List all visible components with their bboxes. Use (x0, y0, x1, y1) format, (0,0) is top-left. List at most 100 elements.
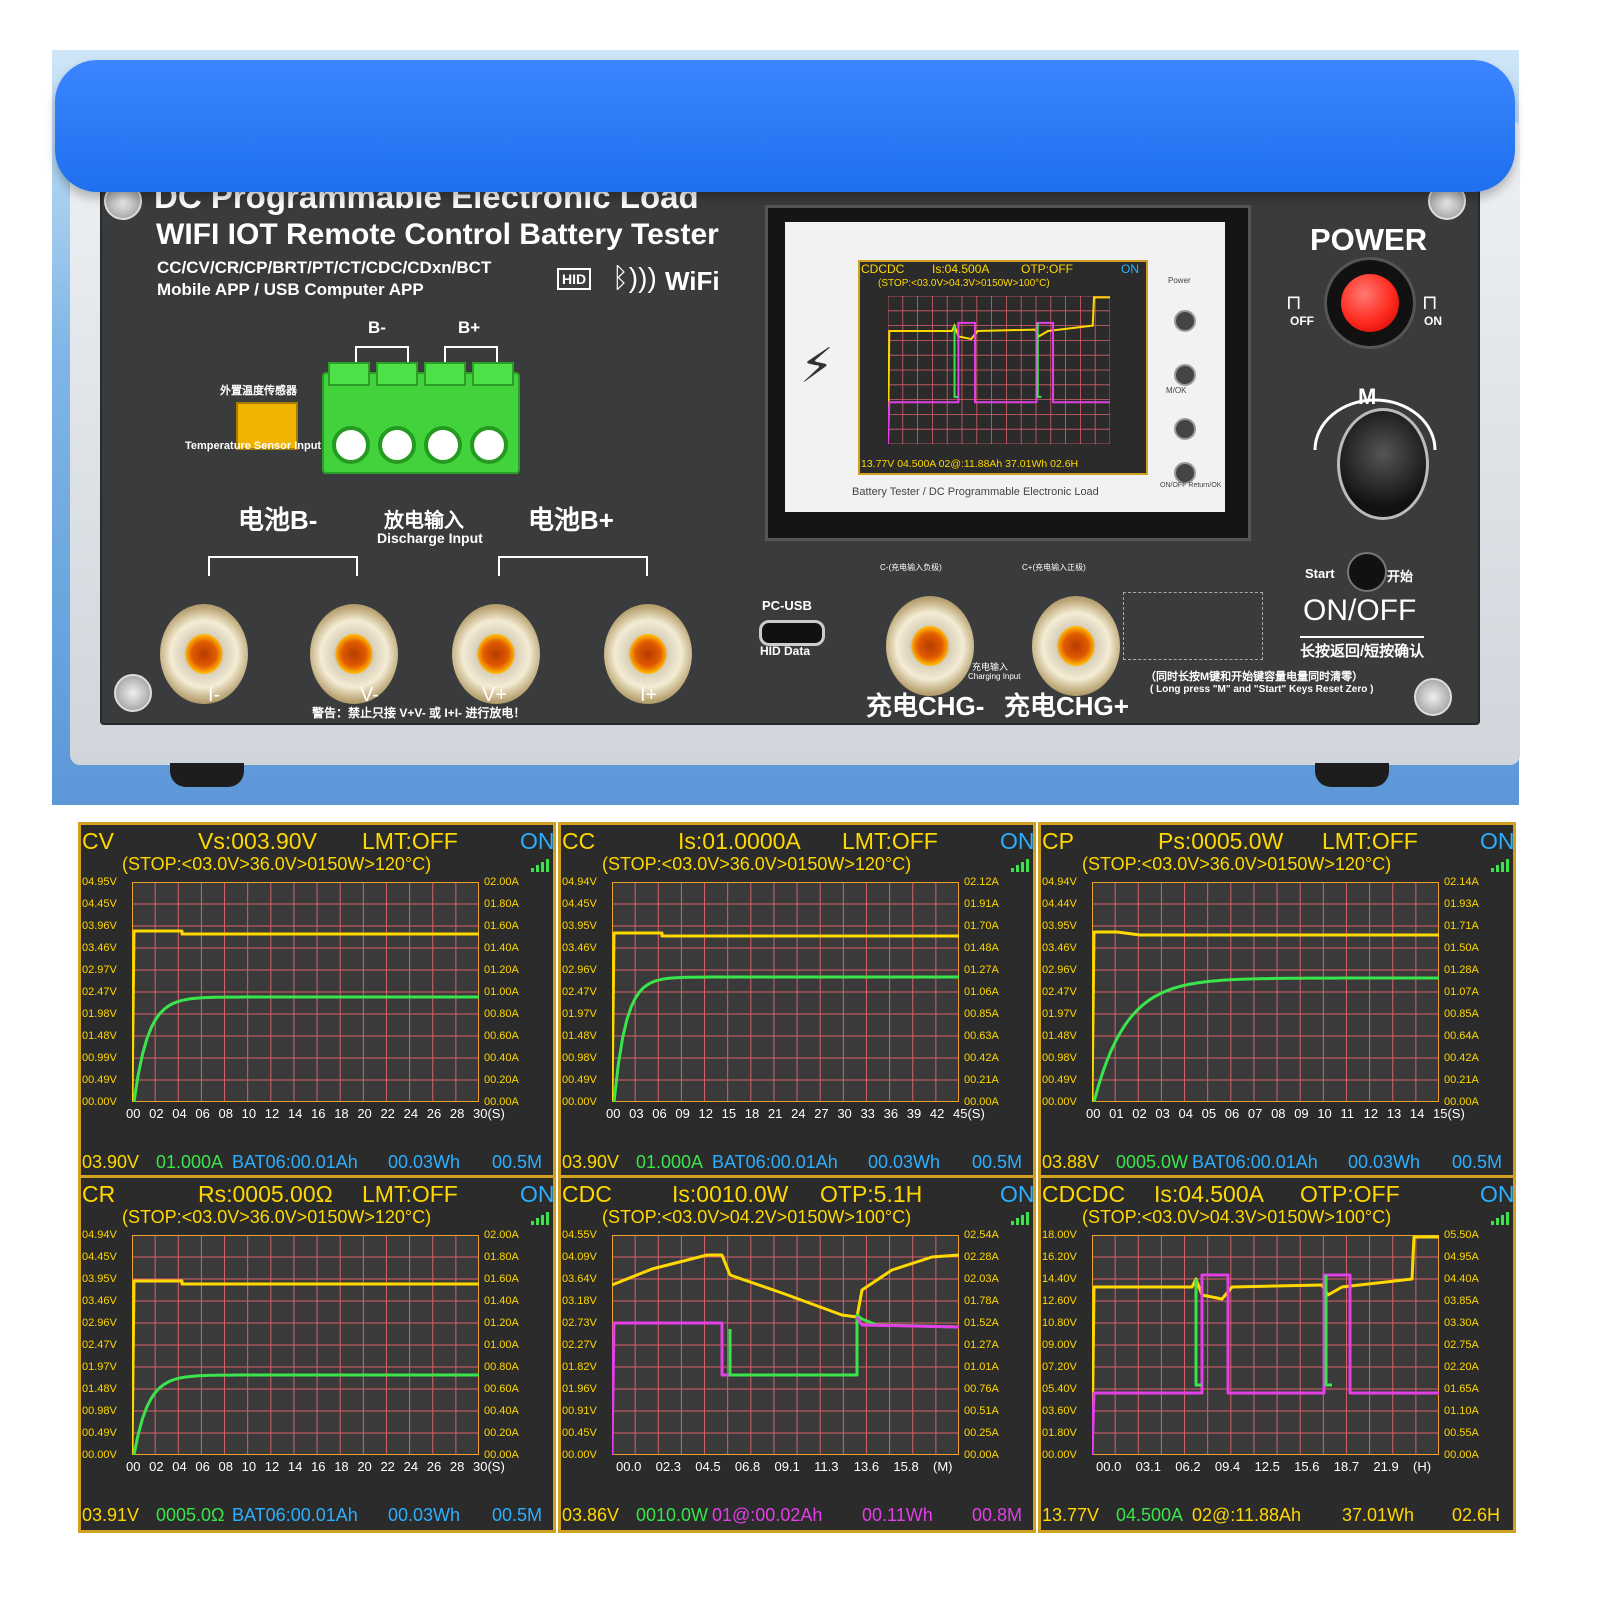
footer-voltage: 13.77V (1042, 1505, 1100, 1525)
x-tick: 06.2 (1175, 1459, 1201, 1474)
y-left-tick: 00.99V (82, 1052, 117, 1064)
y-left-tick: 03.95V (1042, 920, 1077, 932)
power-on-label: ON (1424, 314, 1442, 328)
y-right-tick: 00.42A (1444, 1052, 1479, 1064)
footer-current: 04.500A (1116, 1505, 1184, 1525)
panel-state: ON (520, 828, 555, 854)
x-tick: 30(S) (473, 1106, 505, 1121)
footer-capacity: BAT06:00.01Ah (712, 1152, 838, 1172)
y-right-tick: 01.10A (1444, 1405, 1479, 1417)
y-right-tick: 02.00A (484, 1229, 519, 1241)
chart-panel-cr: CR Rs:0005.00Ω LMT:OFF ON (STOP:<03.0V>3… (78, 1175, 556, 1533)
y-left-tick: 02.47V (1042, 986, 1077, 998)
y-right-tick: 01.40A (484, 942, 519, 954)
x-tick: 00 (1086, 1106, 1101, 1121)
terminal-v-minus[interactable] (310, 604, 398, 704)
footer-time: 00.5M (492, 1505, 543, 1525)
panel-setting: Is:04.500A (1154, 1181, 1264, 1207)
x-tick: 09 (1294, 1106, 1309, 1121)
y-right-tick: 02.00A (484, 876, 519, 888)
y-right-tick: 01.20A (484, 1317, 519, 1329)
x-tick: 01 (1109, 1106, 1124, 1121)
battery-plus-bracket (498, 556, 648, 576)
y-left-tick: 00.49V (1042, 1074, 1077, 1086)
lcd-button-power[interactable] (1174, 310, 1196, 332)
y-left-tick: 00.98V (82, 1405, 117, 1417)
panel-mode: CDC (562, 1181, 612, 1207)
chart-panel-cp: CP Ps:0005.0W LMT:OFF ON (STOP:<03.0V>36… (1038, 822, 1516, 1180)
y-right-tick: 05.50A (1444, 1229, 1479, 1241)
x-tick: 16 (311, 1459, 326, 1474)
y-left-tick: 07.20V (1042, 1361, 1077, 1373)
footer-current: 0005.0W (1116, 1152, 1189, 1172)
footer-energy: 00.03Wh (1348, 1152, 1421, 1172)
panel-mode: CC (562, 828, 596, 854)
device-modes-line: CC/CV/CR/CP/BRT/PT/CT/CDC/CDxn/BCT (157, 258, 492, 277)
x-tick: 28 (449, 1106, 465, 1121)
y-left-tick: 01.97V (82, 1361, 117, 1373)
y-right-tick: 00.20A (484, 1074, 519, 1086)
y-right-tick: 00.00A (964, 1449, 999, 1461)
signal-icon (1491, 859, 1509, 872)
b-minus-label: B- (368, 318, 386, 337)
y-right-tick: 04.95A (1444, 1251, 1479, 1263)
y-right-tick: 01.80A (484, 898, 519, 910)
y-left-tick: 18.00V (1042, 1229, 1077, 1241)
lcd-button-plus[interactable] (1174, 418, 1196, 440)
y-left-tick: 03.46V (82, 942, 117, 954)
sensor-label-en: Temperature Sensor Input (185, 440, 322, 452)
terminal-i-minus[interactable] (160, 604, 248, 704)
y-left-tick: 00.00V (562, 1449, 597, 1461)
x-tick: 02 (149, 1106, 164, 1121)
b-plus-label: B+ (458, 318, 481, 337)
y-right-tick: 02.03A (964, 1273, 999, 1285)
y-left-tick: 00.49V (562, 1074, 597, 1086)
y-right-tick: 00.40A (484, 1405, 519, 1417)
series-voltage (1092, 930, 1439, 1102)
footer-time: 00.5M (492, 1152, 543, 1172)
x-tick: 15(S) (1433, 1106, 1465, 1121)
m-knob[interactable] (1337, 408, 1429, 520)
panel-state: ON (520, 1181, 555, 1207)
y-right-tick: 04.40A (1444, 1273, 1479, 1285)
signal-icon (1491, 1212, 1509, 1225)
panel-state: ON (1000, 1181, 1035, 1207)
lcd-button-mok[interactable] (1174, 364, 1196, 386)
y-right-tick: 01.71A (1444, 920, 1479, 932)
panel-limit: LMT:OFF (362, 828, 458, 854)
start-button[interactable] (1347, 552, 1387, 592)
panel-setting: Is:0010.0W (672, 1181, 789, 1207)
series-current (132, 1373, 479, 1455)
x-tick: 18 (744, 1106, 760, 1121)
y-left-tick: 04.94V (1042, 876, 1077, 888)
x-tick: 12 (264, 1459, 280, 1474)
discharge-label-en: Discharge Input (377, 530, 483, 546)
series-current-charge-2 (1324, 1275, 1332, 1387)
lcd-button-onoff[interactable] (1174, 462, 1196, 484)
y-left-tick: 02.47V (82, 986, 117, 998)
x-tick: 03.1 (1135, 1459, 1161, 1474)
x-tick: 20 (357, 1459, 372, 1474)
usb-c-port[interactable] (759, 620, 825, 646)
terminal-chg-minus[interactable] (886, 596, 974, 696)
chg-plus-small-label: C+(充电输入正极) (1022, 563, 1086, 572)
panel-setting: Ps:0005.0W (1158, 828, 1284, 854)
y-right-tick: 01.78A (964, 1295, 999, 1307)
y-right-tick: 01.28A (1444, 964, 1479, 976)
lcd-series-voltage (888, 296, 1110, 444)
footer-current: 01.000A (156, 1152, 224, 1172)
plot-svg (1092, 882, 1439, 1102)
y-left-tick: 02.96V (82, 1317, 117, 1329)
y-right-tick: 01.01A (964, 1361, 999, 1373)
term-i-minus-label: I- (208, 684, 221, 706)
chg-minus-label: 充电CHG- (866, 691, 985, 721)
panel-setting: Rs:0005.00Ω (198, 1181, 333, 1207)
x-tick: 21.9 (1373, 1459, 1399, 1474)
x-tick: 10 (241, 1106, 257, 1121)
terminal-chg-plus[interactable] (1032, 596, 1120, 696)
panel-state: ON (1480, 828, 1515, 854)
reset-label-en: ( Long press "M" and "Start" Keys Reset … (1150, 684, 1374, 695)
power-button[interactable] (1341, 274, 1399, 332)
panel-stop-condition: (STOP:<03.0V>04.2V>0150W>100°C) (602, 1207, 912, 1227)
y-right-tick: 01.93A (1444, 898, 1479, 910)
